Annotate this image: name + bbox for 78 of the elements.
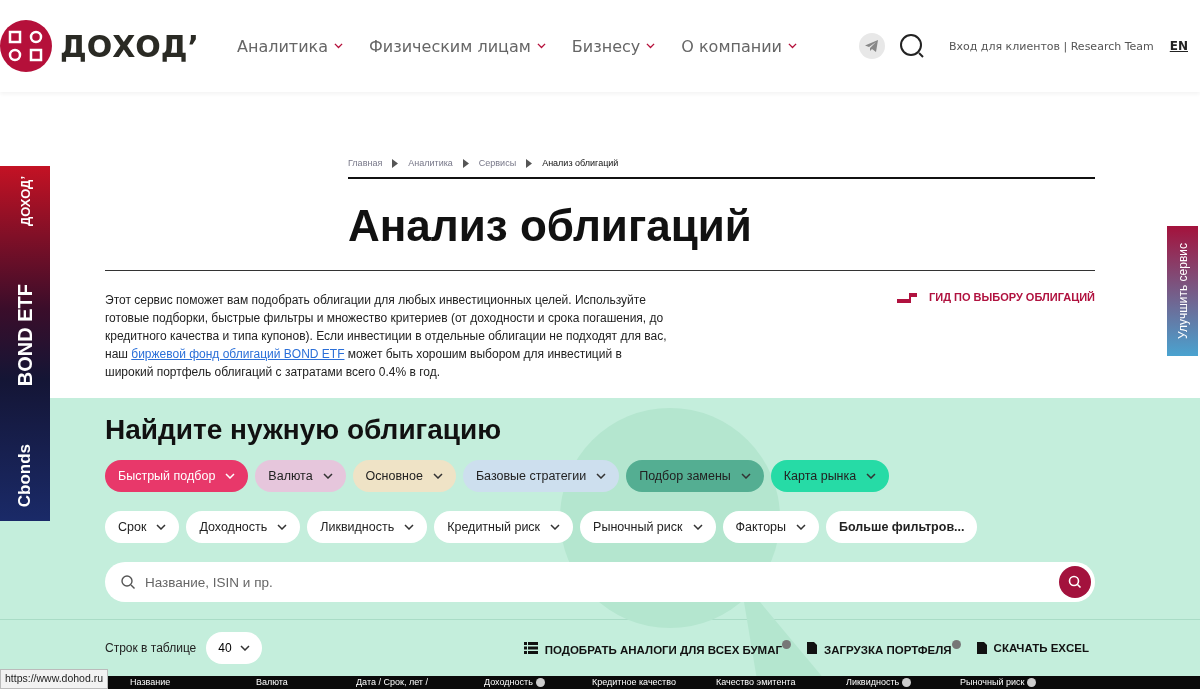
search-button[interactable] [1059,566,1091,598]
chevron-down-icon [740,473,751,479]
column-header[interactable]: Качество эмитента [716,676,846,688]
search-bar[interactable]: Название, ISIN и пр. [105,562,1095,602]
action-link[interactable]: СКАЧАТЬ EXCEL [976,640,1089,656]
filter-chip[interactable]: Факторы [722,511,820,543]
breadcrumb-arrow-icon [526,158,533,168]
status-url: https://www.dohod.ru [0,669,109,689]
chevron-down-icon [866,473,877,479]
preset-chip[interactable]: Подбор замены [626,460,764,492]
chevron-down-icon [550,524,561,530]
language-link[interactable]: EN [1169,39,1188,53]
chevron-down-icon [277,524,288,530]
breadcrumb-current[interactable]: Анализ облигаций [542,158,619,168]
filter-chip[interactable]: Ликвидность [307,511,428,543]
chevron-down-icon [692,524,703,530]
telegram-icon[interactable] [859,33,885,59]
nav-link[interactable]: Бизнесу [571,36,656,56]
guide-link[interactable]: ГИД ПО ВЫБОРУ ОБЛИГАЦИЙ [897,291,1095,307]
list-icon [523,642,538,654]
column-header[interactable]: Кредитное качество [592,676,716,688]
chevron-down-icon [404,524,415,530]
chevron-down-icon [536,43,546,49]
filter-chip[interactable]: Кредитный риск [434,511,574,543]
breadcrumb-link[interactable]: Аналитика [408,158,453,168]
column-header[interactable]: Дата / Срок, лет / [356,676,484,688]
breadcrumb-link[interactable]: Сервисы [478,158,517,168]
breadcrumb-arrow-icon [462,158,469,168]
preset-chip[interactable]: Основное [352,460,456,492]
chevron-down-icon [156,524,167,530]
page-title: Анализ облигаций [348,200,753,252]
chevron-down-icon [788,43,797,49]
breadcrumb-arrow-icon [392,158,399,168]
preset-chip[interactable]: Карта рынка [770,460,890,492]
nav-link[interactable]: Физическим лицам [369,36,546,56]
rows-select[interactable]: 40 [206,632,262,664]
logo-wordmark[interactable]: ДОХОД’ [60,28,199,64]
search-icon [121,575,135,589]
finder-heading: Найдите нужную облигацию [105,413,503,447]
filter-chip[interactable]: Больше фильтров... [826,511,978,543]
file-icon [807,642,818,654]
feedback-tab[interactable]: Улучшить сервис [1167,226,1198,356]
preset-chip[interactable]: Валюта [255,460,346,492]
bond-etf-banner[interactable]: ДОХОД’ BOND ETF Cbonds [0,166,50,521]
chevron-down-icon [796,524,807,530]
column-header[interactable]: Название [130,676,256,688]
banner-product: BOND ETF [13,283,37,386]
search-field[interactable]: Название, ISIN и пр. [143,573,1051,591]
chevron-down-icon [322,473,333,479]
banner-partner: Cbonds [15,443,35,507]
chevron-down-icon [432,473,443,479]
banner-brand: ДОХОД’ [17,176,33,227]
column-header[interactable]: Ликвидность [846,676,960,688]
file-icon [976,642,987,654]
nav-link[interactable]: О компании [681,36,797,56]
search-icon[interactable] [899,33,925,59]
rows-label: Строк в таблице [105,641,197,655]
etf-link[interactable]: биржевой фонд облигаций BOND ETF [131,347,345,361]
filter-chip[interactable]: Рыночный риск [580,511,716,543]
preset-chip[interactable]: Быстрый подбор [105,460,249,492]
intro-paragraph: Этот сервис поможет вам подобрать облигации для любых инвестиционных целей. Используйте готовые подборки, быстрые фильтры и множество критериев (от доходности и срока погашения, до кредитного качества и типа купонов). Если инвестиции в отдельные облигации не подходят для вас, наш биржевой фонд облигаций BOND ETF может быть хорошим выбором для инвестиций в широкий портфель облигаций с затратами всего 0.4% в год. [105,292,668,381]
breadcrumb-link[interactable]: Главная [348,158,383,168]
preset-chip[interactable]: Базовые стратегии [462,460,620,492]
chevron-down-icon [239,645,250,651]
action-link[interactable]: ПОДОБРАТЬ АНАЛОГИ ДЛЯ ВСЕХ БУМАГ [523,640,792,656]
filter-chip[interactable]: Срок [105,511,180,543]
column-header[interactable]: Рыночный риск [960,676,1070,688]
nav-link[interactable]: Аналитика [237,36,343,56]
action-link[interactable]: ЗАГРУЗКА ПОРТФЕЛЯ [807,640,961,656]
filter-chip[interactable]: Доходность [186,511,301,543]
login-link[interactable]: Вход для клиентов | Research Team [949,39,1154,53]
search-icon [1068,575,1082,589]
column-header[interactable]: Доходность [484,676,592,688]
chevron-down-icon [334,43,343,49]
column-header[interactable]: Валюта [256,676,356,688]
chevron-down-icon [646,43,656,49]
chevron-down-icon [596,473,607,479]
chevron-down-icon [225,473,236,479]
